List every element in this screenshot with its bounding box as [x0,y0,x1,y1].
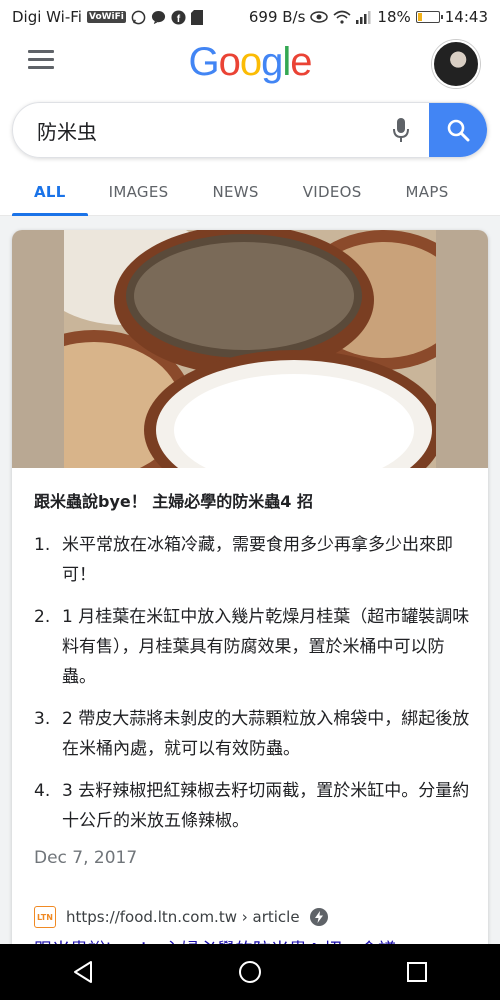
step-number: 3. [34,709,51,729]
list-item: 3. 2 帶皮大蒜將未剝皮的大蒜顆粒放入棉袋中，綁起後放在米桶內處，就可以有效防蟲… [34,704,474,764]
account-avatar[interactable] [432,40,480,88]
network-speed: 699 B/s [248,8,306,26]
list-item: 1. 米平常放在冰箱冷藏，需要食用多少再拿多少出來即可！ [34,530,474,590]
featured-snippet-card: 跟米蟲說bye！ 主婦必學的防米蟲4 招 1. 米平常放在冰箱冷藏，需要食用多少再… [12,230,488,970]
microphone-icon[interactable] [373,103,429,157]
back-icon[interactable] [53,944,113,1000]
facebook-icon: f [171,9,186,25]
list-item: 2. 1 月桂葉在米缸中放入幾片乾燥月桂葉（超市罐裝調味料有售），月桂葉具有防腐效… [34,602,474,692]
home-icon[interactable] [220,944,280,1000]
step-text: 米平常放在冰箱冷藏，需要食用多少再拿多少出來即可！ [62,535,453,585]
search-icon [447,119,470,142]
whatsapp-icon [131,10,146,25]
svg-text:f: f [177,14,181,25]
source-url[interactable]: https://food.ltn.com.tw › article [66,908,300,926]
search-button[interactable] [429,103,487,157]
search-tabs: ALL IMAGES NEWS VIDEOS MAPS [0,168,500,216]
google-logo[interactable]: Google [188,39,312,85]
steps-list: 1. 米平常放在冰箱冷藏，需要食用多少再拿多少出來即可！ 2. 1 月桂葉在米缸中放… [34,530,474,848]
logo-letter: G [188,39,219,84]
tab-videos[interactable]: VIDEOS [303,168,362,215]
battery-percent: 18% [377,8,411,26]
snippet-title: 跟米蟲說bye！ 主婦必學的防米蟲4 招 [34,492,314,511]
wifi-icon [333,10,351,24]
site-favicon: LTN [34,906,56,928]
hamburger-menu-icon[interactable] [28,50,54,70]
carrier-label: Digi Wi-Fi [12,8,82,26]
recent-apps-icon[interactable] [387,944,447,1000]
battery-icon [415,11,443,23]
logo-letter: g [261,39,283,84]
step-number: 4. [34,781,51,801]
eye-icon [310,11,329,23]
snippet-date: Dec 7, 2017 [34,848,138,868]
amp-lightning-icon [309,908,328,926]
step-text: 1 月桂葉在米缸中放入幾片乾燥月桂葉（超市罐裝調味料有售），月桂葉具有防腐效果，… [62,607,470,687]
step-number: 1. [34,535,51,555]
status-bar: Digi Wi-Fi VoWiFi f 699 B/s 18% 14:43 [0,0,500,34]
messenger-icon [151,10,166,25]
rice-bowls-image[interactable] [12,230,488,468]
app-header: Google [0,34,500,90]
signal-icon [356,10,372,24]
step-number: 2. [34,607,51,627]
tab-news[interactable]: NEWS [212,168,258,215]
tab-maps[interactable]: MAPS [406,168,449,215]
system-navigation-bar [0,944,500,1000]
list-item: 4. 3 去籽辣椒把紅辣椒去籽切兩截，置於米缸中。分量約十公斤的米放五條辣椒。 [34,776,474,836]
logo-letter: e [290,39,312,84]
result-source[interactable]: LTN https://food.ltn.com.tw › article [34,906,328,928]
vowifi-icon: VoWiFi [86,11,126,23]
logo-letter: o [218,39,241,84]
logo-letter: o [239,39,262,84]
search-input[interactable] [13,103,373,157]
search-box [12,102,488,158]
sd-card-icon [190,9,203,25]
step-text: 3 去籽辣椒把紅辣椒去籽切兩截，置於米缸中。分量約十公斤的米放五條辣椒。 [62,781,470,831]
tab-all[interactable]: ALL [12,168,88,216]
tab-images[interactable]: IMAGES [109,168,169,215]
step-text: 2 帶皮大蒜將未剝皮的大蒜顆粒放入棉袋中，綁起後放在米桶內處，就可以有效防蟲。 [62,709,470,759]
clock: 14:43 [444,8,488,26]
